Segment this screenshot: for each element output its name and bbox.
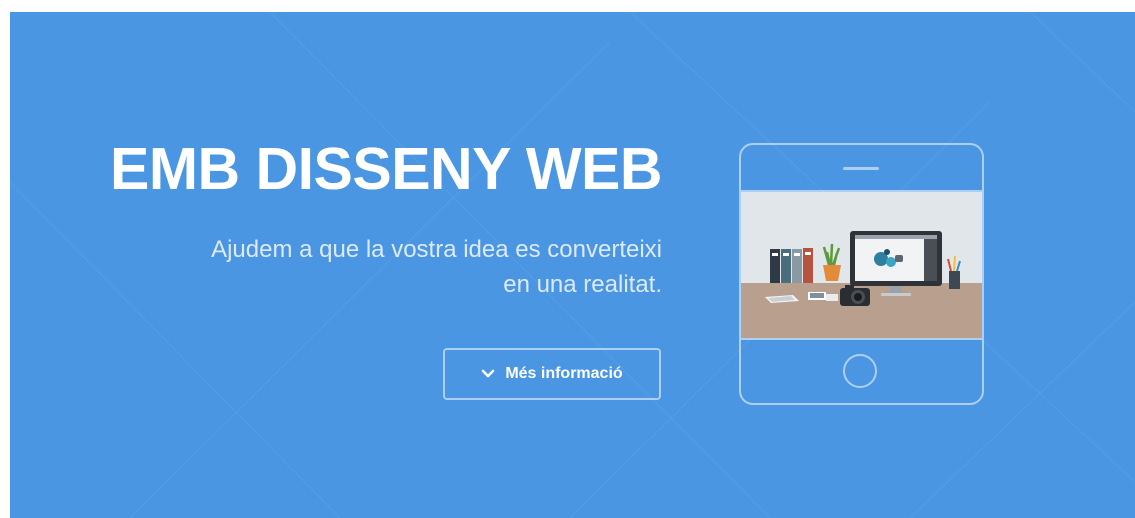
hero-subtitle: Ajudem a que la vostra idea es convertei…: [102, 232, 662, 302]
device-speaker: [843, 167, 879, 170]
hero-subtitle-line-1: Ajudem a que la vostra idea es convertei…: [211, 236, 662, 263]
device-screen: [741, 190, 982, 340]
chevron-down-icon: [482, 369, 495, 378]
more-info-button[interactable]: Més informació: [443, 348, 661, 400]
more-info-label: Més informació: [505, 365, 623, 382]
desk-workspace-illustration: [741, 192, 982, 338]
device-home-button: [843, 354, 877, 388]
hero-title: EMB DISSENY WEB: [110, 136, 663, 202]
tablet-icon: [739, 143, 984, 405]
hero-subtitle-line-2: en una realitat.: [503, 271, 662, 298]
hero-section: EMB DISSENY WEB Ajudem a que la vostra i…: [10, 12, 1135, 518]
camera-icon: [840, 285, 870, 306]
